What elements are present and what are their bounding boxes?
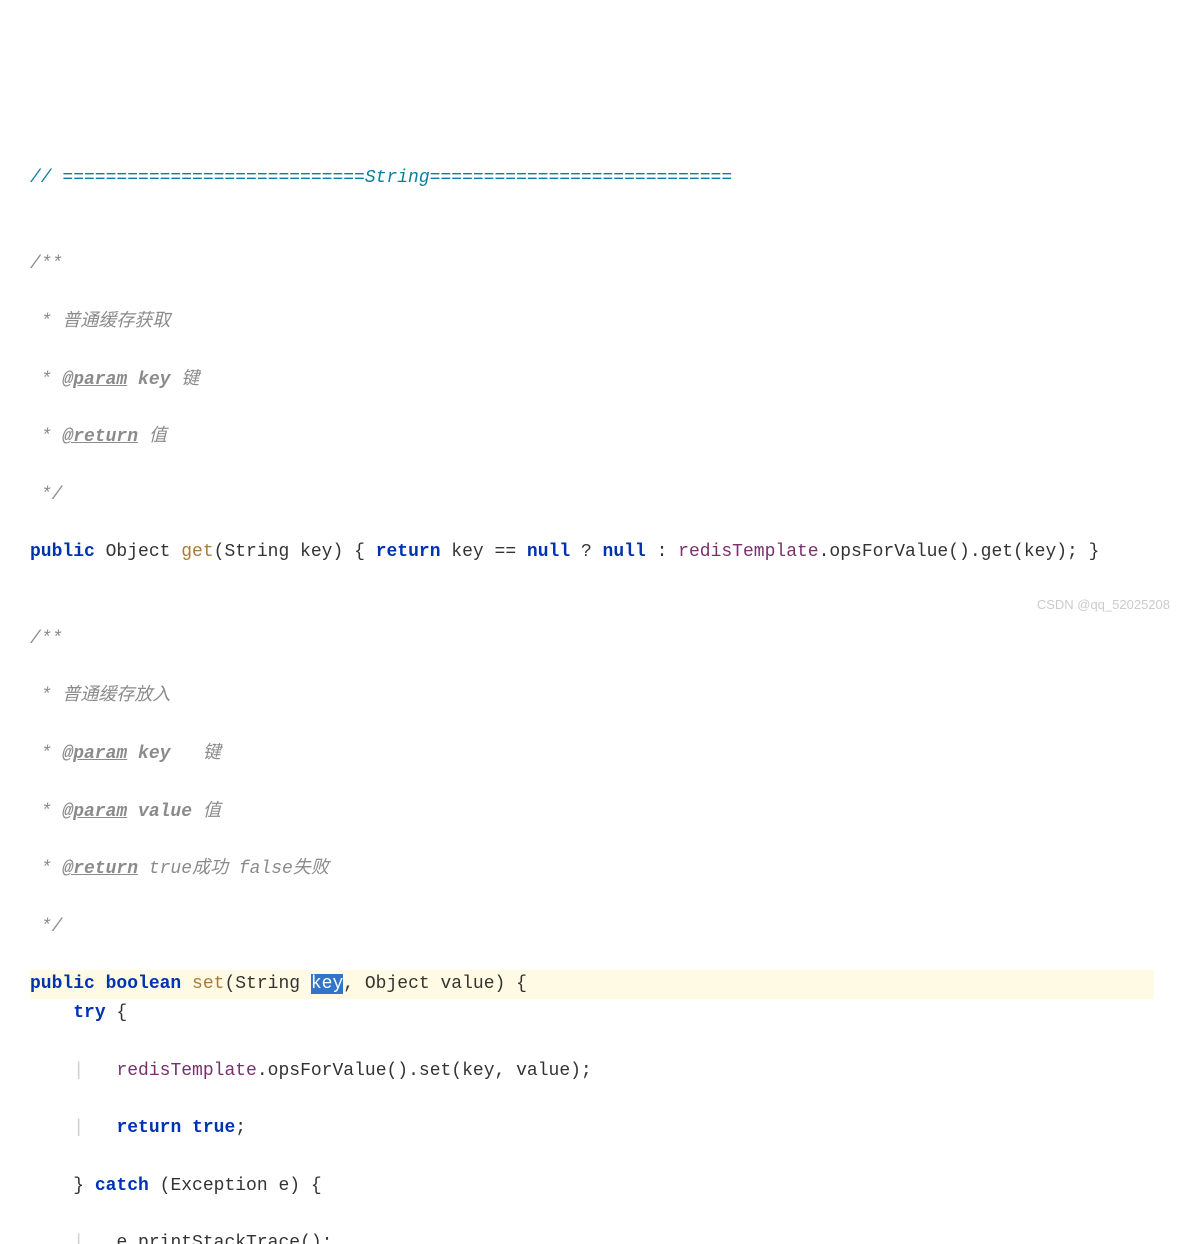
javadoc-tag: @param [62,802,127,822]
javadoc-param: key [138,370,170,390]
javadoc-desc: * 普通缓存放入 [30,686,170,706]
javadoc-tag: @param [62,744,127,764]
javadoc-desc: * 普通缓存获取 [30,312,170,332]
field: redisTemplate [678,542,818,562]
method-name: get [181,542,213,562]
javadoc-start: /** [30,629,62,649]
watermark: CSDN @qq_52025208 [1037,595,1170,616]
section-comment: // ============================String===… [30,168,732,188]
javadoc-tag: @return [62,427,138,447]
keyword: public [30,974,95,994]
keyword: boolean [95,974,192,994]
keyword: try [73,1003,105,1023]
method-name: set [192,974,224,994]
highlighted-line: public boolean set(String key, Object va… [30,970,1154,999]
javadoc-start: /** [30,254,62,274]
javadoc-tag: @param [62,370,127,390]
field: redisTemplate [116,1061,256,1081]
javadoc-end: */ [30,917,62,937]
javadoc-end: */ [30,485,62,505]
keyword: true [192,1118,235,1138]
keyword: return [376,542,441,562]
keyword: catch [95,1176,149,1196]
keyword: null [603,542,646,562]
javadoc-param: value [138,802,192,822]
code-block: // ============================String===… [30,135,1154,1244]
keyword: null [527,542,570,562]
javadoc-param: key [138,744,170,764]
selected-text[interactable]: key [311,974,343,994]
keyword: public [30,542,95,562]
javadoc-tag: @return [62,859,138,879]
keyword: return [116,1118,181,1138]
